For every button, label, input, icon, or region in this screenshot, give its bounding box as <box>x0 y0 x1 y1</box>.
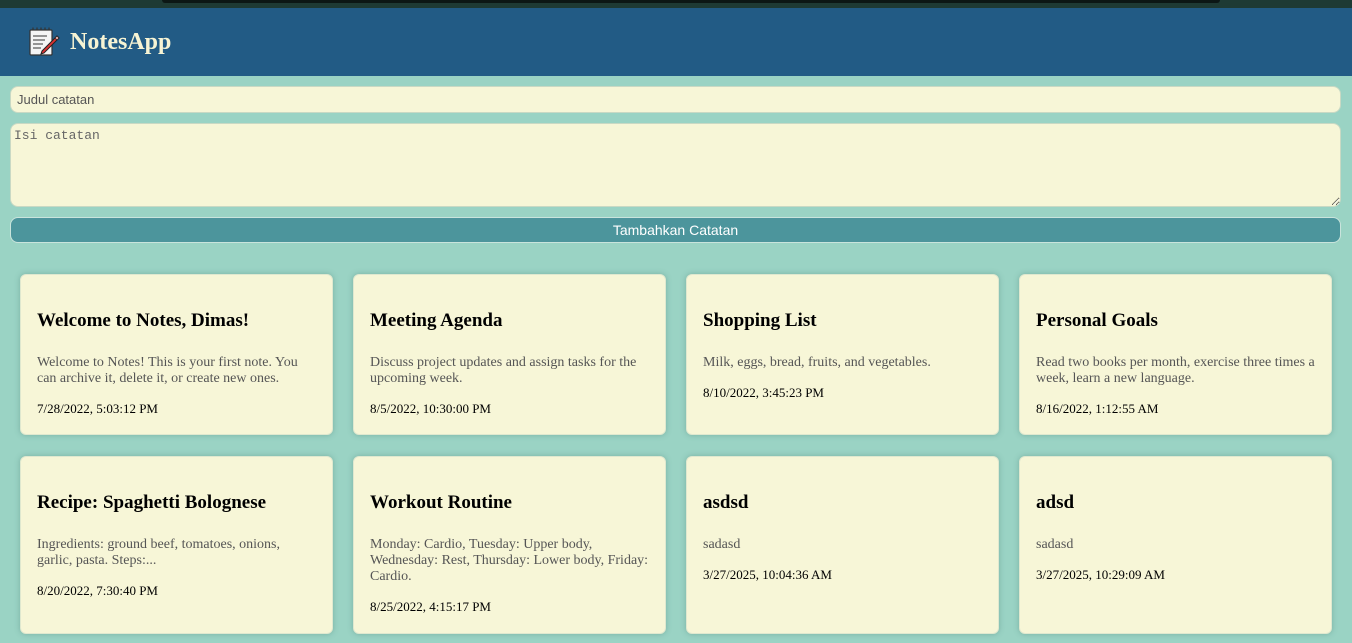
browser-tab-strip <box>162 0 1220 3</box>
note-title-input[interactable] <box>10 86 1341 113</box>
note-date: 3/27/2025, 10:04:36 AM <box>703 567 832 582</box>
note-title: Welcome to Notes, Dimas! <box>37 310 250 331</box>
note-date: 8/25/2022, 4:15:17 PM <box>370 599 491 614</box>
app-header: NotesApp <box>0 8 1352 76</box>
note-title: Recipe: Spaghetti Bolognese <box>37 492 267 513</box>
note-card[interactable]: adsd sadasd 3/27/2025, 10:29:09 AM <box>1019 456 1332 634</box>
note-body: Discuss project updates and assign tasks… <box>370 355 637 386</box>
note-body: Read two books per month, exercise three… <box>1036 355 1315 386</box>
note-body: sadasd <box>703 537 741 552</box>
notes-grid: Welcome to Notes, Dimas! Welcome to Note… <box>20 274 1332 634</box>
note-body: Milk, eggs, bread, fruits, and vegetable… <box>703 355 931 370</box>
note-body: Welcome to Notes! This is your first not… <box>37 355 298 386</box>
note-date: 3/27/2025, 10:29:09 AM <box>1036 567 1165 582</box>
note-title: Meeting Agenda <box>370 310 503 331</box>
note-card[interactable]: Personal Goals Read two books per month,… <box>1019 274 1332 435</box>
note-title: Personal Goals <box>1036 310 1158 331</box>
note-date: 7/28/2022, 5:03:12 PM <box>37 401 158 416</box>
note-card[interactable]: Welcome to Notes, Dimas! Welcome to Note… <box>20 274 333 435</box>
note-body: Monday: Cardio, Tuesday: Upper body, Wed… <box>370 537 649 584</box>
note-card[interactable]: Meeting Agenda Discuss project updates a… <box>353 274 666 435</box>
note-card[interactable]: asdsd sadasd 3/27/2025, 10:04:36 AM <box>686 456 999 634</box>
note-card[interactable]: Shopping List Milk, eggs, bread, fruits,… <box>686 274 999 435</box>
note-body: Ingredients: ground beef, tomatoes, onio… <box>37 537 281 568</box>
note-body: sadasd <box>1036 537 1074 552</box>
note-card[interactable]: Recipe: Spaghetti Bolognese Ingredients:… <box>20 456 333 634</box>
browser-top-strip <box>0 0 1352 8</box>
note-title: adsd <box>1036 492 1075 513</box>
note-date: 8/20/2022, 7:30:40 PM <box>37 583 158 598</box>
memo-pencil-icon <box>29 27 60 56</box>
note-card[interactable]: Workout Routine Monday: Cardio, Tuesday:… <box>353 456 666 634</box>
note-date: 8/5/2022, 10:30:00 PM <box>370 401 491 416</box>
note-title: asdsd <box>703 492 749 513</box>
add-note-button[interactable]: Tambahkan Catatan <box>10 217 1341 243</box>
note-date: 8/16/2022, 1:12:55 AM <box>1036 401 1159 416</box>
note-date: 8/10/2022, 3:45:23 PM <box>703 385 824 400</box>
note-title: Shopping List <box>703 310 817 331</box>
note-title: Workout Routine <box>370 492 512 513</box>
note-body-textarea[interactable] <box>10 123 1341 207</box>
app-title: NotesApp <box>70 28 172 55</box>
